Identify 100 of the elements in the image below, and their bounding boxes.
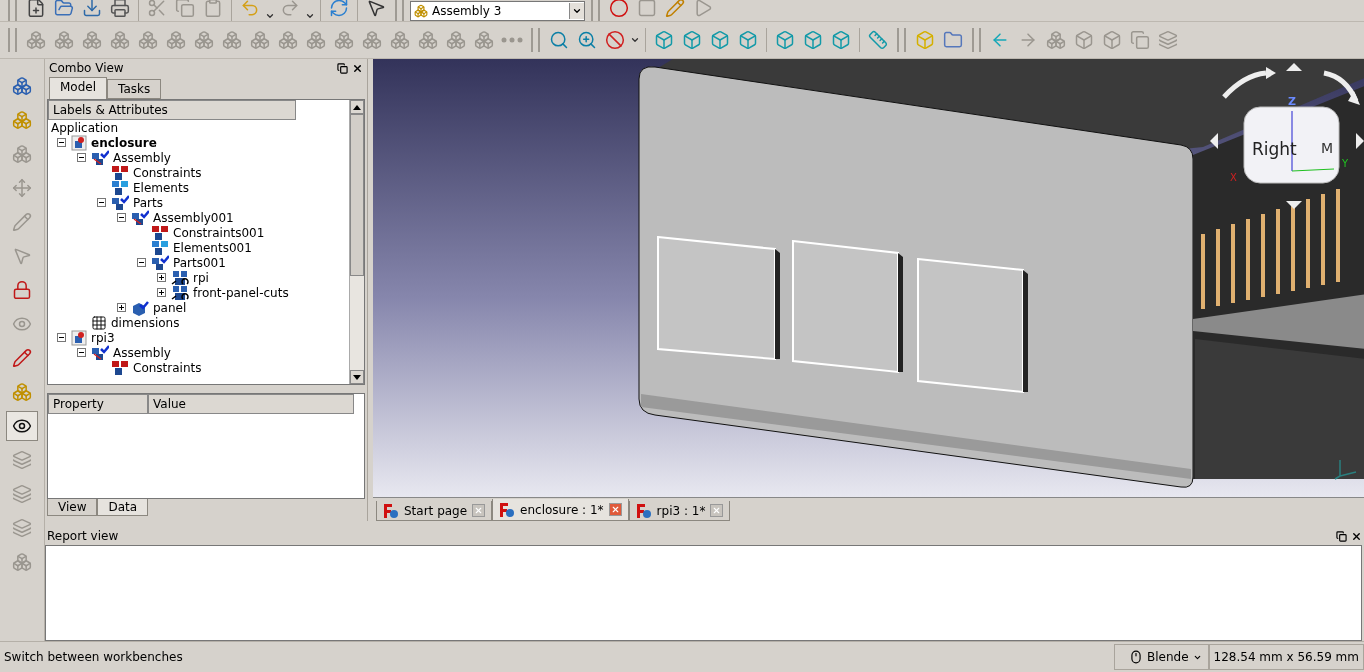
refresh-icon[interactable] <box>329 0 349 18</box>
boxes-icon[interactable] <box>54 30 74 50</box>
copy-icon[interactable] <box>1130 30 1150 50</box>
cube-face-label[interactable]: Right <box>1252 139 1297 159</box>
tree-item[interactable]: rpi <box>193 270 209 285</box>
tree-item[interactable]: front-panel-cuts <box>193 285 289 300</box>
boxes-icon[interactable] <box>138 30 158 50</box>
tree-item[interactable]: Constraints <box>133 165 202 180</box>
cube-icon[interactable] <box>682 30 702 50</box>
boxes-icon[interactable] <box>446 30 466 50</box>
expand-icon[interactable] <box>156 273 166 282</box>
paste-icon[interactable] <box>203 0 223 18</box>
cube-face-label[interactable]: M <box>1321 140 1334 156</box>
redo-icon[interactable] <box>280 0 300 18</box>
boxes-icon[interactable] <box>12 110 32 130</box>
fit-all-icon[interactable] <box>549 30 569 50</box>
ruler-icon[interactable] <box>868 30 888 50</box>
boxes-icon[interactable] <box>250 30 270 50</box>
rotate-arrows-icon[interactable] <box>1221 67 1360 105</box>
workbench-dropdown[interactable]: Assembly 3 <box>410 1 585 21</box>
new-file-icon[interactable] <box>26 0 46 18</box>
collapse-icon[interactable] <box>136 258 146 267</box>
cube-icon[interactable] <box>654 30 674 50</box>
layers-icon[interactable] <box>1158 30 1178 50</box>
eye-icon[interactable] <box>12 416 32 436</box>
layers-icon[interactable] <box>12 518 32 538</box>
expand-icon[interactable] <box>116 303 126 312</box>
tree-item[interactable]: rpi3 <box>91 330 115 345</box>
pencil-icon[interactable] <box>12 212 32 232</box>
scroll-down-button[interactable] <box>350 370 364 384</box>
collapse-icon[interactable] <box>56 333 66 342</box>
column-header[interactable]: Value <box>148 394 354 414</box>
printer-icon[interactable] <box>110 0 130 18</box>
cube-icon[interactable] <box>831 30 851 50</box>
3d-viewport[interactable]: Right M Z Y X <box>373 59 1364 497</box>
toolbar-grip[interactable] <box>897 28 906 52</box>
boxes-icon[interactable] <box>222 30 242 50</box>
expand-icon[interactable] <box>156 288 166 297</box>
zoom-icon[interactable] <box>577 30 597 50</box>
tree-item[interactable]: panel <box>153 300 187 315</box>
tree-item[interactable]: Parts <box>133 195 163 210</box>
cube-icon[interactable] <box>1102 30 1122 50</box>
panel-tab[interactable]: Data <box>97 499 149 516</box>
tree-item[interactable]: enclosure <box>91 135 157 150</box>
navigation-style-dropdown[interactable]: Blende <box>1113 644 1209 670</box>
tree-item[interactable]: Elements <box>133 180 189 195</box>
cube-icon[interactable] <box>803 30 823 50</box>
boxes-icon[interactable] <box>474 30 494 50</box>
document-tab[interactable]: Start page <box>376 501 493 521</box>
column-header[interactable]: Property <box>48 394 148 414</box>
panel-tab[interactable]: Tasks <box>107 79 162 99</box>
boxes-icon[interactable] <box>390 30 410 50</box>
scrollbar-thumb[interactable] <box>350 114 364 276</box>
cube-icon[interactable] <box>775 30 795 50</box>
collapse-icon[interactable] <box>76 153 86 162</box>
layers-icon[interactable] <box>12 450 32 470</box>
caret-icon[interactable] <box>265 11 275 21</box>
save-icon[interactable] <box>82 0 102 18</box>
document-tab[interactable]: rpi3 : 1* <box>628 501 731 521</box>
cube-icon[interactable] <box>915 30 935 50</box>
boxes-icon[interactable] <box>334 30 354 50</box>
folder-icon[interactable] <box>943 30 963 50</box>
boxes-icon[interactable] <box>12 552 32 572</box>
tree-item[interactable]: Parts001 <box>173 255 226 270</box>
caret-icon[interactable] <box>305 11 315 21</box>
boxes-icon[interactable] <box>12 76 32 96</box>
edit-icon[interactable] <box>665 0 685 18</box>
more-icon[interactable] <box>501 37 523 43</box>
boxes-icon[interactable] <box>1046 30 1066 50</box>
pencil-icon[interactable] <box>12 348 32 368</box>
undo-icon[interactable] <box>240 0 260 18</box>
cube-icon[interactable] <box>1074 30 1094 50</box>
toolbar-grip[interactable] <box>591 0 600 21</box>
collapse-icon[interactable] <box>96 198 106 207</box>
draw-style-icon[interactable] <box>605 30 625 50</box>
scissors-icon[interactable] <box>147 0 167 18</box>
toolbar-grip[interactable] <box>8 28 17 52</box>
column-header[interactable]: Labels & Attributes <box>48 100 296 120</box>
toolbar-grip[interactable] <box>395 0 404 21</box>
cube-icon[interactable] <box>738 30 758 50</box>
tree-item[interactable]: Assembly001 <box>153 210 234 225</box>
toolbar-grip[interactable] <box>531 28 540 52</box>
open-folder-icon[interactable] <box>54 0 74 18</box>
toolbar-grip[interactable] <box>8 0 17 21</box>
move-icon[interactable] <box>12 178 32 198</box>
boxes-icon[interactable] <box>82 30 102 50</box>
panel-tab[interactable]: Model <box>49 77 108 99</box>
collapse-icon[interactable] <box>56 138 66 147</box>
boxes-icon[interactable] <box>418 30 438 50</box>
document-tab[interactable]: enclosure : 1* <box>492 499 629 521</box>
tree-item[interactable]: Elements001 <box>173 240 252 255</box>
tree-item[interactable]: Constraints001 <box>173 225 265 240</box>
caret-icon[interactable] <box>630 35 640 45</box>
copy-icon[interactable] <box>175 0 195 18</box>
boxes-icon[interactable] <box>362 30 382 50</box>
pointer-icon[interactable] <box>366 0 386 18</box>
scroll-up-button[interactable] <box>350 100 364 114</box>
float-icon[interactable] <box>337 62 348 74</box>
play-icon[interactable] <box>693 0 713 18</box>
boxes-icon[interactable] <box>12 382 32 402</box>
